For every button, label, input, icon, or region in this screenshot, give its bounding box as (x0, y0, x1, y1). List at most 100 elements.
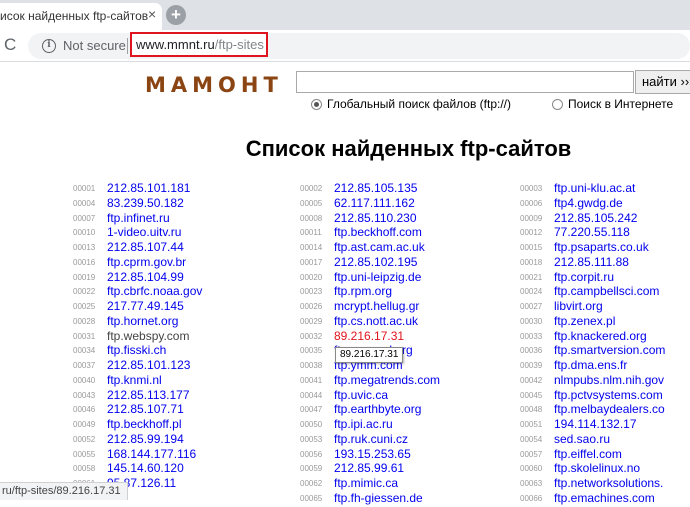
site-row: 00022 ftp.cbrfc.noaa.gov (73, 282, 202, 298)
site-row: 00043 212.85.113.177 (73, 386, 202, 402)
site-number: 00032 (300, 331, 323, 341)
site-link[interactable]: 217.77.49.145 (107, 299, 184, 313)
site-row: 00058 145.14.60.120 (73, 459, 202, 475)
site-number: 00027 (520, 302, 543, 311)
site-link[interactable]: ftp.fh-giessen.de (334, 491, 423, 505)
site-number: 00023 (300, 287, 323, 297)
site-row: 00059 212.85.99.61 (300, 459, 440, 475)
site-link[interactable]: 212.85.102.195 (334, 255, 417, 269)
site-link[interactable]: ftp.ipi.ac.ru (334, 417, 393, 431)
site-row: 00029 ftp.cs.nott.ac.uk (300, 312, 440, 328)
site-number: 00003 (520, 184, 543, 193)
info-icon[interactable]: i (42, 39, 56, 53)
site-logo[interactable]: МАМОНТ (145, 73, 283, 97)
site-link[interactable]: ftp.knmi.nl (107, 373, 162, 387)
site-number: 00056 (300, 449, 323, 459)
site-row: 00021 ftp.corpit.ru (520, 268, 665, 284)
site-row: 00033 ftp.knackered.org (520, 327, 665, 343)
site-number: 00007 (73, 213, 96, 223)
security-indicator[interactable]: Not secure (63, 38, 126, 53)
site-row: 00006 ftp4.gwdg.de (520, 194, 665, 210)
site-number: 00063 (520, 479, 543, 488)
site-link[interactable]: 212.85.105.135 (334, 181, 417, 195)
site-link[interactable]: 212.85.99.194 (107, 432, 184, 446)
site-row: 00028 ftp.hornet.org (73, 312, 202, 328)
site-row: 00009 212.85.105.242 (520, 209, 665, 225)
site-row: 00062 ftp.mimic.ca (300, 474, 440, 490)
site-number: 00040 (73, 375, 96, 385)
site-link[interactable]: nlmpubs.nlm.nih.gov (554, 373, 664, 387)
close-tab-icon[interactable]: × (148, 7, 156, 21)
site-row: 00057 ftp.eiffel.com (520, 445, 665, 461)
site-link[interactable]: ftp.cs.nott.ac.uk (334, 314, 418, 328)
radio-ftp-search[interactable] (311, 99, 322, 110)
site-row: 00019 212.85.104.99 (73, 268, 202, 284)
new-tab-icon[interactable]: + (166, 5, 186, 25)
site-number: 00022 (73, 287, 96, 297)
site-link[interactable]: ftp.uni-klu.ac.at (554, 181, 635, 195)
radio-web-search[interactable] (552, 99, 563, 110)
address-bar[interactable]: i Not secure www.mmnt.ru/ftp-sites (28, 32, 690, 59)
site-link[interactable]: 83.239.50.182 (107, 196, 184, 210)
site-number: 00009 (520, 213, 543, 223)
site-link[interactable]: 212.85.101.181 (107, 181, 190, 195)
url-path: /ftp-sites (214, 37, 264, 52)
site-number: 00058 (73, 464, 96, 474)
site-link[interactable]: ftp.cprm.gov.br (107, 255, 186, 269)
site-link[interactable]: 212.85.101.123 (107, 358, 190, 372)
url-text[interactable]: www.mmnt.ru/ftp-sites (136, 37, 264, 52)
site-link[interactable]: 212.85.107.44 (107, 240, 184, 254)
radio-web-search-label[interactable]: Поиск в Интернете (568, 97, 673, 111)
site-row: 00013 212.85.107.44 (73, 238, 202, 254)
site-number: 00057 (520, 449, 543, 459)
reload-icon[interactable]: C (4, 36, 20, 53)
search-input[interactable] (296, 71, 634, 93)
site-link[interactable]: ftp.hornet.org (107, 314, 178, 328)
site-link[interactable]: ftp.ruk.cuni.cz (334, 432, 408, 446)
site-row: 00063 ftp.networksolutions. (520, 474, 665, 490)
site-link[interactable]: libvirt.org (554, 299, 603, 313)
site-column-2: 00002 212.85.105.135 00005 62.117.111.162 00… (300, 179, 440, 505)
site-row: 00024 ftp.campbellsci.com (520, 282, 665, 298)
site-row: 00027 libvirt.org (520, 297, 665, 313)
site-link[interactable]: ftp.networksolutions. (554, 476, 663, 490)
site-link[interactable]: ftp.mimic.ca (334, 476, 398, 490)
site-row: 00030 ftp.zenex.pl (520, 312, 665, 328)
site-row: 00056 193.15.253.65 (300, 445, 440, 461)
tab-strip: исок найденных ftp-сайтов × + (0, 0, 690, 30)
url-highlight-box[interactable]: www.mmnt.ru/ftp-sites (130, 32, 268, 57)
site-link[interactable]: 194.114.132.17 (554, 417, 637, 431)
site-link[interactable]: ftp.beckhoff.pl (107, 417, 182, 431)
site-link[interactable]: sed.sao.ru (554, 432, 610, 446)
site-number: 00016 (73, 257, 96, 267)
status-bar: ru/ftp-sites/89.216.17.31 (0, 482, 128, 500)
site-link[interactable]: ftp.emachines.com (554, 491, 655, 505)
site-link[interactable]: ftp.zenex.pl (554, 314, 615, 328)
site-link[interactable]: mcrypt.hellug.gr (334, 299, 419, 313)
site-number: 00017 (300, 257, 323, 267)
site-link[interactable]: ftp4.gwdg.de (554, 196, 623, 210)
radio-ftp-search-label[interactable]: Глобальный поиск файлов (ftp://) (327, 97, 511, 111)
site-link[interactable]: 212.85.111.88 (554, 255, 629, 269)
site-number: 00014 (300, 243, 323, 252)
site-link[interactable]: ftp.psaparts.co.uk (554, 240, 649, 254)
site-link[interactable]: ftp.ast.cam.ac.uk (334, 240, 425, 254)
site-link[interactable]: ftp.megatrends.com (334, 373, 440, 387)
site-link[interactable]: ftp.dma.ens.fr (554, 358, 627, 372)
site-number: 00030 (520, 316, 543, 326)
page-title: Список найденных ftp-сайтов (245, 136, 572, 161)
site-row: 00048 ftp.melbaydealers.co (520, 400, 665, 416)
site-number: 00019 (73, 272, 96, 282)
site-number: 00036 (520, 346, 543, 356)
search-button[interactable]: найти ››› (635, 70, 690, 94)
site-row: 00044 ftp.uvic.ca (300, 386, 440, 402)
browser-tab[interactable]: исок найденных ftp-сайтов × (0, 3, 162, 30)
site-link[interactable]: 62.117.111.162 (334, 196, 415, 210)
site-row: 00020 ftp.uni-leipzig.de (300, 268, 440, 284)
site-row: 00055 168.144.177.116 (73, 445, 202, 461)
site-number: 00059 (300, 464, 323, 474)
site-row: 00039 ftp.dma.ens.fr (520, 356, 665, 372)
site-row: 00015 ftp.psaparts.co.uk (520, 238, 665, 254)
site-number: 00021 (520, 272, 543, 282)
site-row: 00034 ftp.fisski.ch (73, 341, 202, 357)
